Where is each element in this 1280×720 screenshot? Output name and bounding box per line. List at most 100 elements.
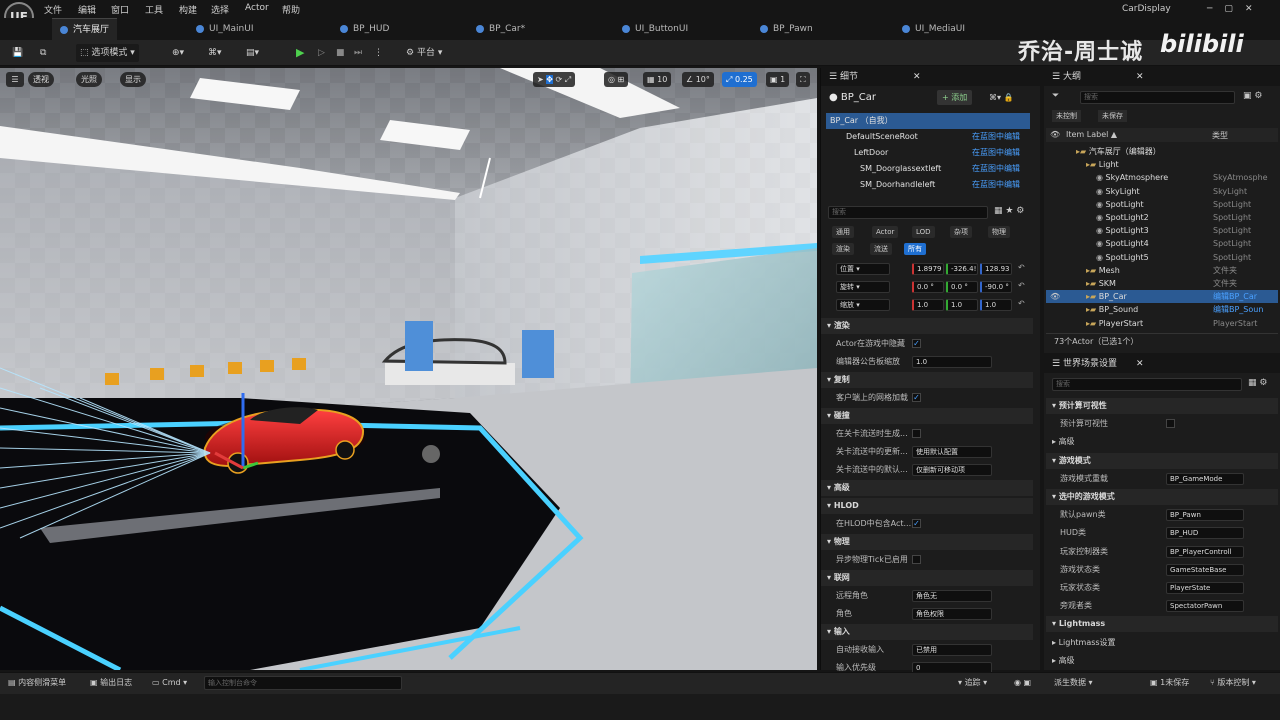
- outliner-row[interactable]: [1046, 277, 1278, 290]
- menu-6[interactable]: Actor: [245, 3, 269, 13]
- prop-value[interactable]: 角色无: [912, 590, 992, 602]
- close-icon[interactable]: ✕: [1245, 4, 1265, 14]
- derived-data-button[interactable]: 派生数据 ▾: [1054, 676, 1093, 690]
- lit-button[interactable]: 光照: [76, 72, 102, 87]
- world-section[interactable]: ▾ 预计算可视性: [1046, 398, 1278, 414]
- section-physics[interactable]: ▾ 物理: [821, 534, 1033, 550]
- checkbox[interactable]: [912, 429, 921, 438]
- world-subsection[interactable]: ▸ Lightmass设置: [1046, 635, 1278, 651]
- viewport-menu-icon[interactable]: ☰: [6, 72, 24, 87]
- transform-mode-select[interactable]: 旋转 ▾: [836, 281, 890, 293]
- prop-value[interactable]: 仅删新可移动项: [912, 464, 992, 476]
- transform-value[interactable]: 1.0: [912, 299, 944, 311]
- class-select[interactable]: BP_HUD: [1166, 527, 1244, 540]
- checkbox[interactable]: ✓: [912, 393, 921, 402]
- scale-snap-button[interactable]: ⤢ 0.25: [722, 72, 757, 87]
- class-select[interactable]: GameStateBase: [1166, 563, 1244, 576]
- reset-icon[interactable]: ↶: [1018, 263, 1025, 272]
- unsaved-button[interactable]: ▣ 1未保存: [1150, 676, 1189, 690]
- filter-tab-5[interactable]: 渲染: [832, 243, 854, 255]
- content-drawer-button[interactable]: ▤ 内容侧滑菜单: [8, 676, 66, 690]
- edit-in-blueprint-link[interactable]: 在蓝图中编辑: [972, 129, 1020, 145]
- details-view-icons[interactable]: ▦ ★ ⚙: [994, 206, 1024, 216]
- unsaved-badge[interactable]: 未保存: [1098, 110, 1127, 122]
- grid-snap-button[interactable]: ▦ 10: [643, 72, 672, 87]
- menu-2[interactable]: 窗口: [111, 3, 129, 16]
- transform-tools[interactable]: ➤ ✥ ⟳ ⤢: [533, 72, 576, 87]
- stop-button[interactable]: ■: [332, 44, 349, 62]
- minimize-icon[interactable]: ─: [1207, 4, 1224, 14]
- class-select[interactable]: SpectatorPawn: [1166, 600, 1244, 613]
- maximize-icon[interactable]: ▢: [1224, 4, 1245, 14]
- close-icon[interactable]: ✕: [1136, 355, 1144, 373]
- blueprint-icon[interactable]: ⌘▾: [204, 44, 226, 62]
- transform-value[interactable]: 0.0 °: [912, 281, 944, 293]
- outliner-row[interactable]: [1046, 264, 1278, 277]
- class-select[interactable]: BP_PlayerControll: [1166, 545, 1244, 558]
- section-replication[interactable]: ▾ 复制: [821, 372, 1033, 388]
- menu-7[interactable]: 帮助: [282, 3, 300, 16]
- world-section[interactable]: ▾ Lightmass: [1046, 616, 1278, 633]
- world-options-icon[interactable]: ▦ ⚙: [1248, 378, 1267, 388]
- checkbox[interactable]: ✓: [912, 519, 921, 528]
- status-icons[interactable]: ◉ ▣: [1014, 676, 1031, 690]
- version-control-button[interactable]: ⑂ 版本控制 ▾: [1210, 676, 1256, 690]
- filter-tab-7[interactable]: 所有: [904, 243, 926, 255]
- checkbox[interactable]: ✓: [912, 339, 921, 348]
- tab-6[interactable]: UI_MediaUI: [894, 18, 973, 40]
- tab-3[interactable]: BP_Car*: [468, 18, 533, 40]
- checkbox[interactable]: [1166, 419, 1175, 429]
- filter-tab-6[interactable]: 流送: [870, 243, 892, 255]
- add-actor-icon[interactable]: ⊕▾: [168, 44, 188, 62]
- sequencer-icon[interactable]: ▤▾: [242, 44, 263, 62]
- edit-in-blueprint-link[interactable]: 在蓝图中编辑: [972, 177, 1020, 193]
- section-advanced[interactable]: ▾ 高级: [821, 480, 1033, 496]
- mode-select-button[interactable]: ⬚ 选项模式 ▾: [76, 44, 139, 62]
- console-input[interactable]: 输入控制台命令: [204, 676, 402, 690]
- transform-value[interactable]: 1.0: [980, 299, 1012, 311]
- tab-2[interactable]: BP_HUD: [332, 18, 397, 40]
- filter-tab-0[interactable]: 通用: [832, 226, 854, 238]
- world-section[interactable]: ▾ 选中的游戏模式: [1046, 489, 1278, 505]
- tab-4[interactable]: UI_ButtonUI: [614, 18, 696, 40]
- show-button[interactable]: 显示: [120, 72, 146, 87]
- details-search-input[interactable]: 搜索: [828, 206, 988, 219]
- menu-4[interactable]: 构建: [179, 3, 197, 16]
- world-local-icon[interactable]: ◎ ⊞: [604, 72, 629, 87]
- add-component-button[interactable]: + 添加: [937, 90, 973, 105]
- prop-value[interactable]: 角色权限: [912, 608, 992, 620]
- class-select[interactable]: PlayerState: [1166, 582, 1244, 594]
- source-control-badge[interactable]: 未控制: [1052, 110, 1081, 122]
- perspective-button[interactable]: 透视: [28, 72, 54, 87]
- menu-0[interactable]: 文件: [44, 3, 62, 16]
- output-log-button[interactable]: ▣ 输出日志: [90, 676, 132, 690]
- filter-tab-4[interactable]: 物理: [988, 226, 1010, 238]
- transform-value[interactable]: 1.0: [946, 299, 978, 311]
- world-search-input[interactable]: 搜索: [1052, 378, 1242, 391]
- outliner-row[interactable]: [1046, 158, 1278, 171]
- reset-icon[interactable]: ↶: [1018, 299, 1025, 308]
- blueprint-options-icon[interactable]: ⌘▾ 🔒: [989, 90, 1014, 106]
- transform-value[interactable]: -326.4!: [946, 263, 978, 275]
- camera-speed-button[interactable]: ▣ 1: [766, 72, 790, 87]
- move-icon[interactable]: ✥: [546, 75, 553, 84]
- menu-1[interactable]: 编辑: [78, 3, 96, 16]
- filter-tab-2[interactable]: LOD: [912, 226, 935, 238]
- class-select[interactable]: BP_Pawn: [1166, 509, 1244, 522]
- rotate-icon[interactable]: ⟳: [556, 75, 563, 84]
- scale-icon[interactable]: ⤢: [565, 75, 571, 84]
- world-subsection[interactable]: ▸ 高级: [1046, 434, 1278, 450]
- col-item-label[interactable]: Item Label ▲: [1066, 130, 1117, 139]
- section-input[interactable]: ▾ 输入: [821, 624, 1033, 640]
- world-subsection[interactable]: ▸ 高级: [1046, 653, 1278, 669]
- save-icon[interactable]: 💾: [8, 44, 27, 62]
- transform-mode-select[interactable]: 位置 ▾: [836, 263, 890, 275]
- section-render[interactable]: ▾ 渲染: [821, 318, 1033, 334]
- checkbox[interactable]: [912, 555, 921, 564]
- transform-value[interactable]: -90.0 °: [980, 281, 1012, 293]
- prop-value[interactable]: 1.0: [912, 356, 992, 368]
- transform-value[interactable]: 128.93: [980, 263, 1012, 275]
- play-button[interactable]: ▶: [292, 44, 308, 62]
- level-viewport[interactable]: [0, 68, 817, 670]
- step-button[interactable]: ▷: [314, 44, 329, 62]
